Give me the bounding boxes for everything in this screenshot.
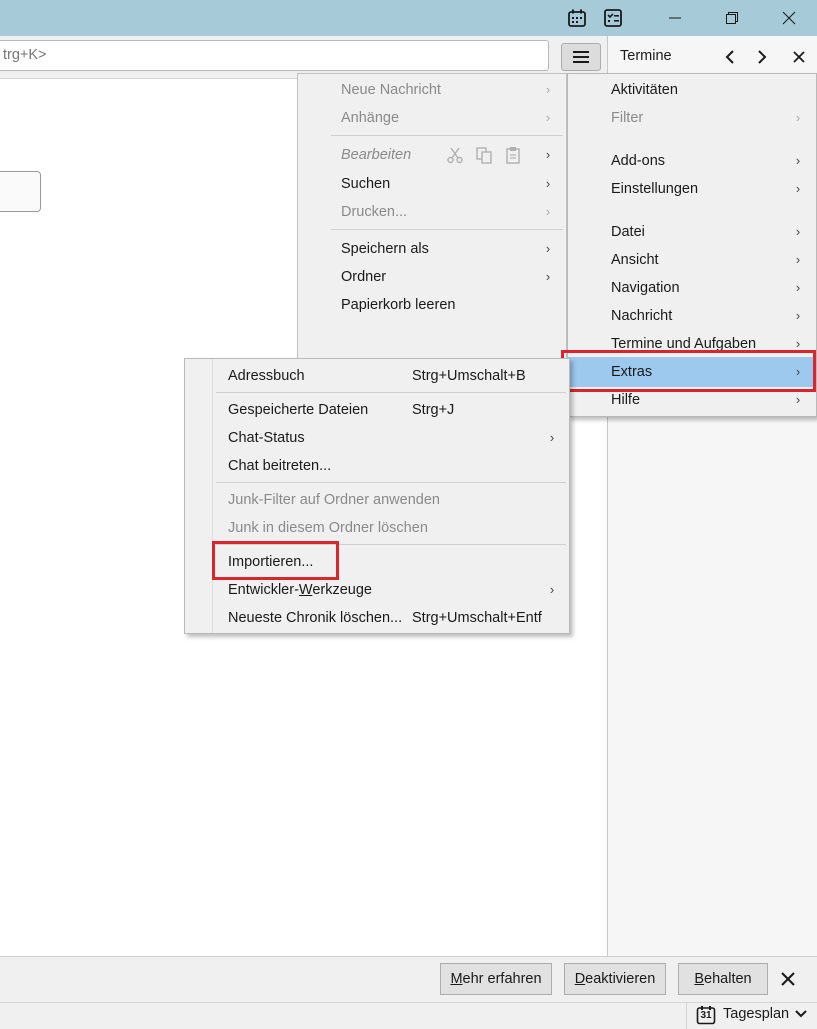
chevron-left-icon (725, 50, 734, 64)
chevron-right-icon: › (549, 582, 555, 597)
search-placeholder: trg+K> (3, 47, 47, 63)
calendar-day-number: 31 (700, 1010, 712, 1021)
chevron-right-icon: › (795, 153, 801, 168)
tagesplan-label: Tagesplan (723, 1006, 790, 1022)
chevron-right-icon: › (545, 269, 551, 284)
annotation-box-extras (561, 350, 816, 392)
close-icon (781, 972, 795, 986)
app-menu-button[interactable] (561, 43, 601, 71)
menu-gutter (212, 359, 213, 633)
menu-item-print[interactable]: Drucken... (341, 199, 407, 225)
chevron-right-icon: › (795, 110, 801, 125)
access-key: M (450, 971, 463, 987)
shortcut-saved-files: Strg+J (412, 402, 455, 418)
menu-item-junk-filter[interactable]: Junk-Filter auf Ordner anwenden (228, 487, 440, 513)
chevron-right-icon: › (795, 252, 801, 267)
menu-item-view[interactable]: Ansicht (611, 247, 659, 273)
shortcut-address-book: Strg+Umschalt+B (412, 368, 526, 384)
button-label: eaktivieren (585, 971, 656, 987)
today-pane-title: Termine (620, 48, 672, 64)
chevron-right-icon: › (545, 147, 551, 162)
close-window-button[interactable] (761, 0, 817, 36)
menu-separator (331, 229, 563, 230)
close-icon (793, 51, 805, 63)
chevron-right-icon: › (545, 110, 551, 125)
button-label: ehr erfahren (462, 971, 542, 987)
chevron-right-icon: › (545, 176, 551, 191)
menu-item-clear-history[interactable]: Neueste Chronik löschen... (228, 605, 402, 631)
menu-item-activities[interactable]: Aktivitäten (611, 77, 678, 103)
chevron-right-icon: › (545, 241, 551, 256)
previous-day-button[interactable] (716, 44, 744, 70)
menu-item-settings[interactable]: Einstellungen (611, 176, 698, 202)
menu-item-attachments[interactable]: Anhänge (341, 105, 399, 131)
close-notification-button[interactable] (779, 970, 797, 988)
disable-button[interactable]: Deaktivieren (564, 963, 666, 995)
menu-item-saved-files[interactable]: Gespeicherte Dateien (228, 397, 368, 423)
close-pane-button[interactable] (785, 44, 813, 70)
menu-item-join-chat[interactable]: Chat beitreten... (228, 453, 331, 479)
menu-item-address-book[interactable]: Adressbuch (228, 363, 305, 389)
menu-item-filter[interactable]: Filter (611, 105, 643, 131)
message-menu-panel (297, 73, 567, 368)
menu-item-message[interactable]: Nachricht (611, 303, 672, 329)
access-key: B (694, 971, 705, 987)
more-info-button[interactable]: Mehr erfahren (440, 963, 552, 995)
label-part: erkzeuge (312, 582, 372, 598)
menu-item-empty-trash[interactable]: Papierkorb leeren (341, 292, 455, 318)
chevron-right-icon: › (795, 280, 801, 295)
copy-icon[interactable] (475, 146, 493, 168)
chevron-right-icon (758, 50, 767, 64)
menu-item-save-as[interactable]: Speichern als (341, 236, 429, 262)
label-part: Entwickler- (228, 582, 299, 598)
chevron-right-icon: › (545, 82, 551, 97)
menu-item-delete-junk[interactable]: Junk in diesem Ordner löschen (228, 515, 428, 541)
calendar-icon[interactable] (565, 6, 589, 30)
chevron-right-icon: › (795, 181, 801, 196)
chevron-right-icon: › (795, 224, 801, 239)
menu-item-new-message[interactable]: Neue Nachricht (341, 77, 441, 103)
menu-item-navigation[interactable]: Navigation (611, 275, 680, 301)
cut-icon[interactable] (446, 146, 464, 168)
chevron-down-icon (794, 1008, 808, 1024)
menu-item-chat-status[interactable]: Chat-Status (228, 425, 305, 451)
menu-item-developer-tools[interactable]: Entwickler-Werkzeuge (228, 577, 372, 603)
button-label: ehalten (704, 971, 752, 987)
paste-icon[interactable] (504, 146, 522, 168)
menu-item-search[interactable]: Suchen (341, 171, 390, 197)
chevron-right-icon: › (545, 204, 551, 219)
menu-item-file[interactable]: Datei (611, 219, 645, 245)
hamburger-icon (573, 51, 589, 63)
menu-separator (331, 135, 563, 136)
next-day-button[interactable] (748, 44, 776, 70)
tasks-icon[interactable] (601, 6, 625, 30)
menu-item-edit[interactable]: Bearbeiten (341, 142, 411, 168)
menu-separator (216, 392, 566, 393)
access-key: W (298, 582, 313, 598)
content-button[interactable] (0, 171, 41, 212)
search-input[interactable]: trg+K> (0, 40, 549, 71)
menu-item-addons[interactable]: Add-ons (611, 148, 665, 174)
keep-button[interactable]: Behalten (678, 963, 768, 995)
annotation-box-import (212, 541, 339, 580)
access-key: D (574, 971, 586, 987)
chevron-right-icon: › (795, 308, 801, 323)
shortcut-clear-history: Strg+Umschalt+Entf (412, 610, 542, 626)
menu-separator (216, 482, 566, 483)
minimize-button[interactable] (647, 0, 703, 36)
restore-button[interactable] (704, 0, 760, 36)
chevron-right-icon: › (549, 430, 555, 445)
menu-item-folder[interactable]: Ordner (341, 264, 386, 290)
